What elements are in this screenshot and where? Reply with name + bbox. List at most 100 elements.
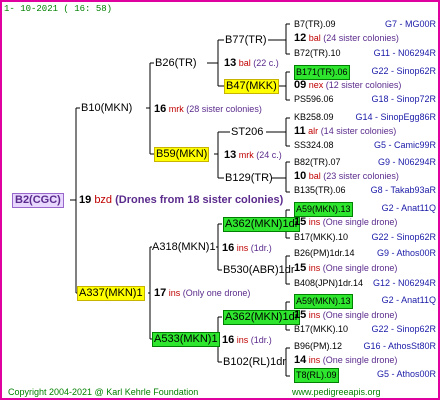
- g3-info-1: 13 bal (22 c.): [224, 57, 279, 70]
- g4-num: 12: [294, 32, 307, 44]
- g4-breeder-ref[interactable]: G22 - Sinop62R: [371, 323, 436, 336]
- g4-code: bal: [308, 171, 321, 181]
- g4-queen[interactable]: A59(MKN).13: [294, 294, 353, 309]
- g2-info-1: 13 mrk (24 c.): [224, 149, 282, 162]
- g3-queen-6[interactable]: A362(MKN)1dr: [223, 310, 301, 325]
- g4-queen[interactable]: T8(RL).09: [294, 368, 339, 383]
- pedigree-frame: 1- 10-2021 ( 16: 58) B2(CGC) 19 bzd (Dro…: [0, 0, 440, 400]
- g3-note-1: (22 c.): [253, 58, 279, 68]
- g4-breeder-ref[interactable]: G9 - N06294R: [378, 156, 436, 169]
- g4-num: 15: [294, 309, 307, 321]
- g2-note-1: (24 c.): [256, 150, 282, 160]
- g4-code: ins: [308, 217, 321, 227]
- g2-info-2: 16 ins (1dr.): [222, 242, 272, 255]
- g3-queen-2[interactable]: ST206: [231, 126, 263, 139]
- g2-note-2: (1dr.): [250, 243, 272, 253]
- g3-num-1: 13: [224, 57, 237, 69]
- g2-queen-3[interactable]: A533(MKN)1: [152, 332, 220, 347]
- g3-queen-7[interactable]: B102(RL)1dr: [223, 356, 286, 369]
- g1-note-1: (Only one drone): [182, 288, 251, 298]
- g4-queen[interactable]: B96(PM).12: [294, 340, 342, 353]
- g4-queen[interactable]: KB258.09: [294, 111, 334, 124]
- g4-queen[interactable]: B7(TR).09: [294, 18, 336, 31]
- g4-drone-info: 15 ins (One single drone): [294, 262, 397, 275]
- footer-url[interactable]: www.pedigreeapis.org: [292, 386, 381, 398]
- g4-queen[interactable]: B171(TR).06: [294, 65, 350, 80]
- g4-breeder-ref[interactable]: G2 - Anat11Q: [382, 294, 436, 307]
- g4-queen[interactable]: B408(JPN)1dr.14: [294, 277, 363, 290]
- g4-code: ins: [308, 310, 321, 320]
- g2-num-2: 16: [222, 242, 235, 254]
- g4-breeder-ref[interactable]: G9 - Athos00R: [377, 247, 436, 260]
- g3-queen-5[interactable]: B530(ABR)1dr: [223, 264, 295, 277]
- g4-note: (24 sister colonies): [323, 33, 399, 43]
- g4-note: (One single drone): [322, 263, 398, 273]
- g4-queen[interactable]: A59(MKN).13: [294, 202, 353, 217]
- g4-breeder-ref[interactable]: G22 - Sinop62R: [371, 231, 436, 244]
- g1-num-1: 17: [154, 287, 167, 299]
- g4-code: nex: [308, 80, 324, 90]
- g4-breeder-ref[interactable]: G8 - Takab93aR: [371, 184, 436, 197]
- g1-queen-1[interactable]: A337(MKN)1: [77, 286, 145, 301]
- g4-drone-info: 09 nex (12 sister colonies): [294, 79, 401, 92]
- g3-queen-1[interactable]: B47(MKK): [224, 79, 279, 94]
- root-code: bzd: [94, 194, 113, 206]
- g4-breeder-ref[interactable]: G16 - AthosSt80R: [363, 340, 436, 353]
- g2-code-2: ins: [236, 243, 249, 253]
- g4-note: (23 sister colonies): [323, 171, 399, 181]
- g4-num: 09: [294, 79, 307, 91]
- g2-num-3: 16: [222, 334, 235, 346]
- g4-drone-info: 15 ins (One single drone): [294, 216, 397, 229]
- root-note: (Drones from 18 sister colonies): [115, 194, 284, 206]
- g2-note-3: (1dr.): [250, 335, 272, 345]
- g4-note: (One single drone): [322, 310, 398, 320]
- g4-breeder-ref[interactable]: G14 - SinopEgg86R: [355, 111, 436, 124]
- g4-note: (One single drone): [322, 355, 398, 365]
- g1-queen-0[interactable]: B10(MKN): [81, 102, 132, 115]
- g4-queen[interactable]: B72(TR).10: [294, 47, 341, 60]
- g4-breeder-ref[interactable]: G5 - Athos00R: [377, 368, 436, 381]
- g4-queen[interactable]: B26(PM)1dr.14: [294, 247, 355, 260]
- g1-code-1: ins: [168, 288, 181, 298]
- g4-queen[interactable]: SS324.08: [294, 139, 334, 152]
- g2-queen-1[interactable]: B59(MKN): [154, 147, 210, 162]
- g4-queen[interactable]: B82(TR).07: [294, 156, 341, 169]
- g3-queen-3[interactable]: B129(TR): [225, 172, 273, 185]
- g4-num: 15: [294, 216, 307, 228]
- g4-num: 14: [294, 354, 307, 366]
- g2-queen-2[interactable]: A318(MKN)1: [152, 241, 216, 254]
- g2-queen-0[interactable]: B26(TR): [155, 57, 197, 70]
- g2-info-3: 16 ins (1dr.): [222, 334, 272, 347]
- g4-code: ins: [308, 263, 321, 273]
- g4-breeder-ref[interactable]: G2 - Anat11Q: [382, 202, 436, 215]
- g4-breeder-ref[interactable]: G11 - N06294R: [374, 47, 436, 60]
- root-drone-info: 19 bzd (Drones from 18 sister colonies): [79, 194, 283, 207]
- g4-breeder-ref[interactable]: G22 - Sinop62R: [371, 65, 436, 78]
- g2-code-1: mrk: [238, 150, 254, 160]
- footer-copyright: Copyright 2004-2021 @ Karl Kehrle Founda…: [8, 387, 199, 397]
- root-queen[interactable]: B2(CGC): [12, 193, 64, 208]
- g4-breeder-ref[interactable]: G18 - Sinop72R: [371, 93, 436, 106]
- g4-breeder-ref[interactable]: G7 - MG00R: [385, 18, 436, 31]
- g2-num-1: 13: [224, 149, 237, 161]
- g4-code: bal: [308, 33, 321, 43]
- root-num: 19: [79, 194, 92, 206]
- g4-drone-info: 12 bal (24 sister colonies): [294, 32, 399, 45]
- g1-note-0: (28 sister colonies): [186, 104, 262, 114]
- g3-queen-4[interactable]: A362(MKN)1dr: [223, 217, 301, 232]
- g3-code-1: bal: [238, 58, 251, 68]
- g4-queen[interactable]: PS596.06: [294, 93, 334, 106]
- g4-note: (14 sister colonies): [320, 126, 397, 136]
- g4-breeder-ref[interactable]: G5 - Camic99R: [374, 139, 436, 152]
- g4-queen[interactable]: B135(TR).06: [294, 184, 346, 197]
- g4-queen[interactable]: B17(MKK).10: [294, 231, 348, 244]
- g3-queen-0[interactable]: B77(TR): [225, 34, 267, 47]
- header-date: 1- 10-2021 ( 16: 58): [4, 4, 113, 14]
- g4-breeder-ref[interactable]: G12 - N06294R: [373, 277, 436, 290]
- g4-num: 11: [294, 125, 306, 137]
- g4-drone-info: 10 bal (23 sister colonies): [294, 170, 399, 183]
- g1-num-0: 16: [154, 103, 167, 115]
- g4-queen[interactable]: B17(MKK).10: [294, 323, 348, 336]
- g4-code: alr: [308, 126, 319, 136]
- g4-num: 15: [294, 262, 307, 274]
